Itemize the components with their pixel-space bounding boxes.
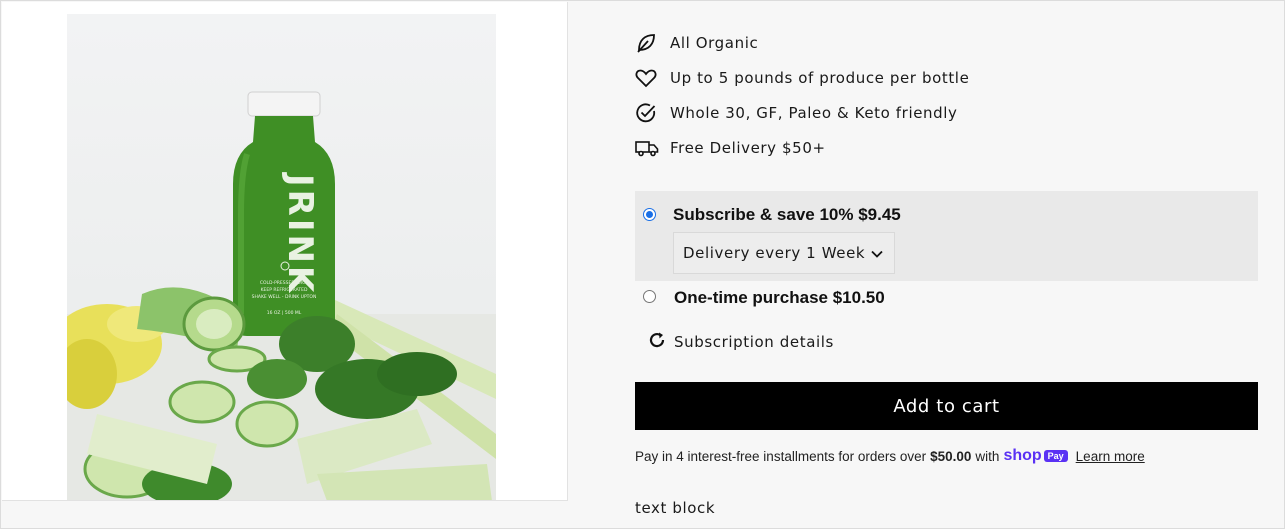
subscribe-label[interactable]: Subscribe & save 10% $9.45	[673, 205, 901, 225]
feature-diet: Whole 30, GF, Paleo & Keto friendly	[635, 101, 958, 125]
svg-text:SHAKE WELL - DRINK UPTON: SHAKE WELL - DRINK UPTON	[252, 294, 317, 300]
one-time-radio[interactable]	[643, 290, 656, 303]
text-block: text block	[635, 499, 716, 517]
feature-label: Free Delivery $50+	[670, 139, 826, 157]
subscribe-option[interactable]: Subscribe & save 10% $9.45 Delivery ever…	[635, 191, 1258, 281]
svg-text:COLD-PRESSED JUICE: COLD-PRESSED JUICE	[260, 280, 309, 286]
pay-badge: Pay	[1043, 450, 1068, 462]
juice-photo-illustration: JRINK COLD-PRESSED JUICE KEEP REFRIGERAT…	[67, 91, 496, 500]
subscription-details-link[interactable]: Subscription details	[648, 330, 834, 354]
one-time-label[interactable]: One-time purchase $10.50	[674, 288, 885, 308]
feature-label: Whole 30, GF, Paleo & Keto friendly	[670, 104, 958, 122]
product-image[interactable]: JRINK COLD-PRESSED JUICE KEEP REFRIGERAT…	[67, 14, 496, 500]
product-info: All Organic Up to 5 pounds of produce pe…	[569, 2, 1285, 529]
installments-with: with	[975, 448, 1000, 464]
subscribe-radio[interactable]	[643, 208, 656, 221]
check-circle-icon	[635, 101, 661, 125]
installments-prefix: Pay in 4 interest-free installments for …	[635, 448, 927, 464]
delivery-frequency-value: Delivery every 1 Week	[683, 244, 866, 262]
shop-pay-logo: shop Pay	[1003, 447, 1068, 465]
product-media: JRINK COLD-PRESSED JUICE KEEP REFRIGERAT…	[2, 2, 568, 501]
learn-more-link[interactable]: Learn more	[1076, 449, 1145, 464]
feature-label: Up to 5 pounds of produce per bottle	[670, 69, 970, 87]
bottle-brand-text: JRINK	[280, 172, 320, 295]
leaf-icon	[635, 31, 661, 55]
heart-icon	[635, 66, 661, 90]
shop-word: shop	[1003, 447, 1042, 464]
add-to-cart-button[interactable]: Add to cart	[635, 382, 1258, 430]
feature-organic: All Organic	[635, 31, 758, 55]
refresh-icon	[648, 331, 666, 353]
truck-icon	[635, 136, 661, 160]
installments-message: Pay in 4 interest-free installments for …	[635, 446, 1145, 466]
feature-delivery: Free Delivery $50+	[635, 136, 826, 160]
feature-label: All Organic	[670, 34, 759, 52]
page-frame: JRINK COLD-PRESSED JUICE KEEP REFRIGERAT…	[0, 0, 1285, 529]
svg-text:KEEP REFRIGERATED: KEEP REFRIGERATED	[261, 287, 308, 293]
subscription-details-label: Subscription details	[674, 333, 834, 351]
svg-text:16 OZ | 500 ML: 16 OZ | 500 ML	[267, 310, 302, 316]
chevron-down-icon	[870, 246, 884, 265]
installments-amount: $50.00	[930, 448, 972, 464]
delivery-frequency-select[interactable]: Delivery every 1 Week	[673, 232, 895, 274]
feature-produce: Up to 5 pounds of produce per bottle	[635, 66, 969, 90]
